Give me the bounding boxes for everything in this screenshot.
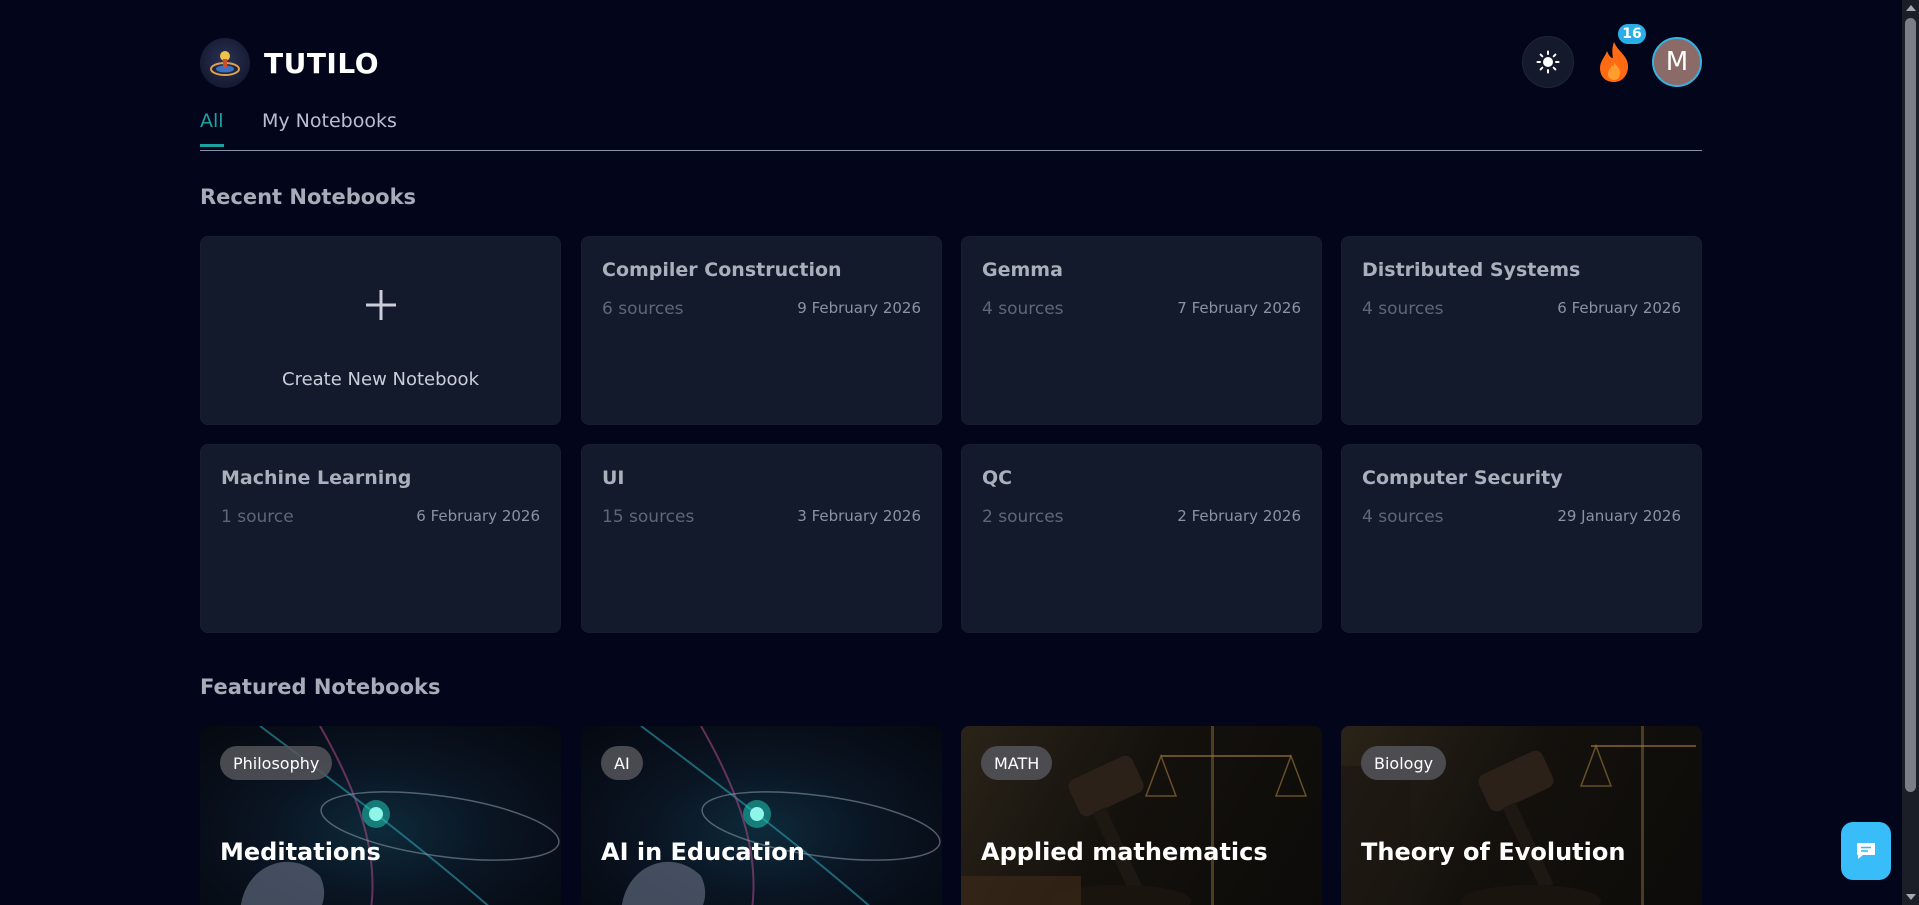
streak-count-badge: 16 (1616, 22, 1648, 46)
notebook-card[interactable]: Distributed Systems 4 sources 6 February… (1341, 236, 1702, 425)
notebook-sources: 4 sources (1362, 299, 1444, 319)
notebook-title: QC (982, 467, 1013, 489)
notebook-title: Distributed Systems (1362, 259, 1581, 281)
globe-logo-icon (200, 38, 250, 88)
featured-card[interactable]: Philosophy Meditations (200, 726, 561, 905)
notebook-card[interactable]: UI 15 sources 3 February 2026 (581, 444, 942, 633)
featured-title: AI in Education (601, 838, 805, 866)
theme-toggle-button[interactable] (1522, 36, 1574, 88)
featured-card[interactable]: Biology Theory of Evolution (1341, 726, 1702, 905)
notebook-sources: 4 sources (982, 299, 1064, 319)
tab-all[interactable]: All (200, 110, 224, 147)
tab-my-notebooks[interactable]: My Notebooks (262, 110, 397, 144)
chat-button[interactable] (1841, 822, 1891, 880)
featured-card[interactable]: MATH Applied mathematics (961, 726, 1322, 905)
recent-notebooks-heading: Recent Notebooks (200, 185, 417, 209)
avatar[interactable]: M (1652, 37, 1702, 87)
tab-bar: All My Notebooks (200, 106, 1702, 151)
app-name: TUTILO (264, 46, 379, 80)
scroll-down-arrow-icon[interactable] (1906, 894, 1916, 900)
notebook-date: 9 February 2026 (797, 299, 921, 317)
featured-card[interactable]: AI AI in Education (581, 726, 942, 905)
featured-title: Applied mathematics (981, 838, 1268, 866)
featured-notebooks-row: Philosophy Meditations AI AI in Educatio… (200, 726, 1702, 905)
scrollbar[interactable] (1902, 0, 1919, 905)
notebook-date: 7 February 2026 (1177, 299, 1301, 317)
notebook-date: 6 February 2026 (416, 507, 540, 525)
notebook-sources: 2 sources (982, 507, 1064, 527)
create-notebook-card[interactable]: Create New Notebook (200, 236, 561, 425)
create-notebook-label: Create New Notebook (282, 369, 479, 390)
notebook-title: Machine Learning (221, 467, 412, 489)
chat-bubble-icon (1857, 843, 1875, 859)
sun-icon (1536, 50, 1560, 74)
scroll-thumb[interactable] (1905, 18, 1916, 792)
notebook-date: 3 February 2026 (797, 507, 921, 525)
notebook-card[interactable]: Computer Security 4 sources 29 January 2… (1341, 444, 1702, 633)
category-tag: AI (601, 746, 643, 780)
notebook-title: Compiler Construction (602, 259, 842, 281)
notebook-card[interactable]: Gemma 4 sources 7 February 2026 (961, 236, 1322, 425)
notebook-sources: 1 source (221, 507, 294, 527)
scroll-up-arrow-icon[interactable] (1906, 5, 1916, 11)
notebook-title: Computer Security (1362, 467, 1563, 489)
notebook-card[interactable]: QC 2 sources 2 February 2026 (961, 444, 1322, 633)
notebook-date: 2 February 2026 (1177, 507, 1301, 525)
featured-title: Meditations (220, 838, 381, 866)
notebook-sources: 6 sources (602, 299, 684, 319)
category-tag: MATH (981, 746, 1053, 780)
brand[interactable]: TUTILO (200, 38, 379, 88)
notebook-sources: 4 sources (1362, 507, 1444, 527)
notebook-card[interactable]: Compiler Construction 6 sources 9 Februa… (581, 236, 942, 425)
flame-icon (1600, 42, 1629, 82)
notebook-date: 6 February 2026 (1557, 299, 1681, 317)
plus-icon (365, 290, 396, 320)
featured-notebooks-heading: Featured Notebooks (200, 675, 441, 699)
streak-button[interactable]: 16 (1592, 22, 1648, 88)
featured-title: Theory of Evolution (1361, 838, 1626, 866)
category-tag: Philosophy (220, 746, 333, 780)
category-tag: Biology (1361, 746, 1447, 780)
notebook-date: 29 January 2026 (1557, 507, 1681, 525)
notebook-sources: 15 sources (602, 507, 695, 527)
notebook-title: UI (602, 467, 625, 489)
page: TUTILO 16 M All My Notebooks Recent Note… (0, 0, 1919, 905)
notebook-title: Gemma (982, 259, 1063, 281)
header: TUTILO 16 M (200, 22, 1702, 88)
notebook-card[interactable]: Machine Learning 1 source 6 February 202… (200, 444, 561, 633)
header-actions: 16 M (1522, 22, 1702, 88)
